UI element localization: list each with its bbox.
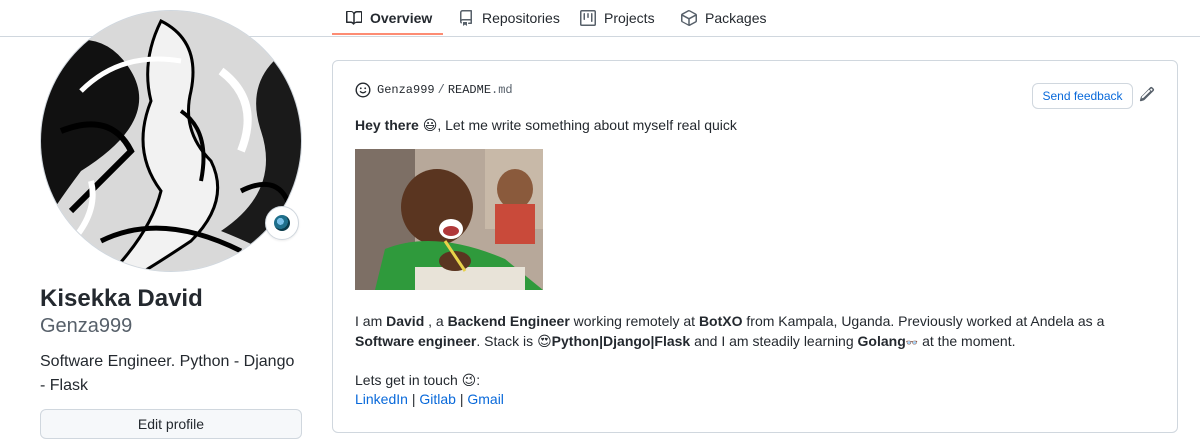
- edit-profile-button[interactable]: Edit profile: [40, 409, 302, 439]
- book-icon: [346, 10, 362, 25]
- tab-projects[interactable]: Projects: [580, 0, 655, 36]
- readme-owner-link[interactable]: Genza999: [377, 83, 435, 97]
- readme-intro: I am David , a Backend Engineer working …: [355, 311, 1155, 354]
- tab-overview[interactable]: Overview: [346, 0, 432, 36]
- avatar[interactable]: [40, 10, 302, 272]
- glasses-emoji: 👓: [905, 338, 919, 349]
- contact-text: Lets get in touch: [355, 372, 458, 388]
- intro-learning: Golang: [857, 333, 906, 349]
- tab-repositories-label: Repositories: [482, 10, 560, 26]
- readme-greeting: Hey there 😃, Let me write something abou…: [355, 115, 737, 135]
- link-separator: |: [411, 391, 416, 407]
- readme-file-link[interactable]: README.md: [448, 83, 513, 97]
- readme-gif: [355, 149, 543, 290]
- readme-header: Genza999 / README.md: [355, 82, 513, 98]
- greeting-bold: Hey there: [355, 117, 419, 133]
- intro-text: working remotely at: [569, 313, 699, 329]
- intro-text: and I am steadily learning: [690, 333, 858, 349]
- tab-packages[interactable]: Packages: [681, 0, 766, 36]
- intro-prev-role: Software engineer: [355, 333, 477, 349]
- readme-file-ext: .md: [491, 83, 513, 97]
- active-tab-underline: [332, 33, 443, 35]
- intro-text: . Stack is: [476, 333, 538, 349]
- heart-eyes-emoji: 😍: [537, 333, 552, 349]
- tab-overview-label: Overview: [370, 10, 433, 26]
- package-icon: [681, 10, 697, 26]
- readme-links: LinkedIn | Gitlab | Gmail: [355, 389, 504, 409]
- linkedin-link[interactable]: LinkedIn: [355, 391, 408, 407]
- status-badge[interactable]: [265, 206, 299, 240]
- contact-colon: :: [476, 372, 481, 388]
- intro-name: David: [386, 313, 425, 329]
- wink-emoji: 😉: [461, 372, 477, 388]
- tab-packages-label: Packages: [705, 10, 767, 26]
- intro-stack: Python|Django|Flask: [551, 333, 691, 349]
- pencil-icon[interactable]: [1139, 86, 1155, 102]
- project-icon: [580, 10, 596, 26]
- status-emoji-icon: [274, 215, 290, 231]
- smiley-icon: [355, 82, 371, 98]
- readme-file-base: README: [447, 83, 492, 97]
- tab-repositories[interactable]: Repositories: [458, 0, 560, 36]
- link-separator: |: [459, 391, 464, 407]
- intro-text: , a: [424, 313, 448, 329]
- readme-contact: Lets get in touch 😉:: [355, 370, 480, 390]
- tab-projects-label: Projects: [604, 10, 655, 26]
- greeting-emoji: 😃: [422, 117, 438, 133]
- readme-card: Genza999 / README.md Send feedback Hey t…: [332, 60, 1178, 433]
- intro-text: at the moment.: [918, 333, 1016, 349]
- profile-full-name: Kisekka David: [40, 285, 203, 312]
- intro-text: I am: [355, 313, 387, 329]
- intro-text: from Kampala, Uganda. Previously worked …: [742, 313, 1105, 329]
- intro-company: BotXO: [698, 313, 743, 329]
- gitlab-link[interactable]: Gitlab: [419, 391, 456, 407]
- greeting-rest: , Let me write something about myself re…: [437, 117, 737, 133]
- intro-role: Backend Engineer: [447, 313, 570, 329]
- path-separator: /: [437, 83, 445, 97]
- repo-icon: [460, 10, 472, 26]
- send-feedback-button[interactable]: Send feedback: [1032, 83, 1133, 109]
- profile-username: Genza999: [40, 315, 133, 337]
- gmail-link[interactable]: Gmail: [467, 391, 504, 407]
- profile-bio: Software Engineer. Python - Django - Fla…: [40, 353, 295, 394]
- kid-writing-image: [355, 149, 543, 290]
- avatar-image: [41, 11, 301, 271]
